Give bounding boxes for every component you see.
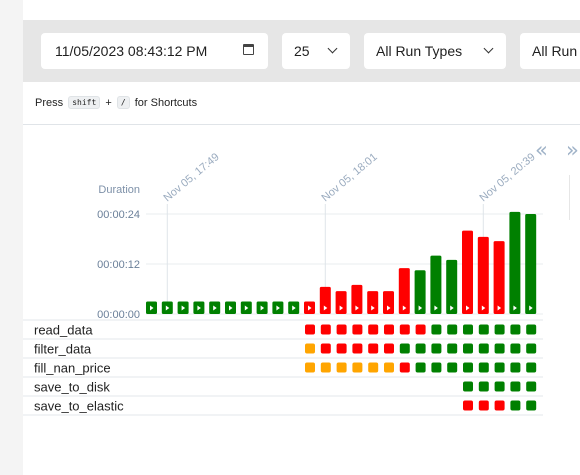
task-name[interactable]: read_data <box>34 323 93 338</box>
task-instance[interactable] <box>399 343 410 354</box>
task-instance[interactable] <box>510 400 521 411</box>
task-instance[interactable] <box>526 400 537 411</box>
task-instance[interactable] <box>399 362 410 373</box>
task-instance[interactable] <box>494 381 505 392</box>
y-tick-label: 00:00:00 <box>97 309 140 321</box>
task-instance[interactable] <box>526 381 537 392</box>
task-instance[interactable] <box>526 343 537 354</box>
task-instance[interactable] <box>415 362 426 373</box>
date-marker-label: Nov 05, 17:49 <box>162 151 222 204</box>
task-instance[interactable] <box>494 324 505 335</box>
task-instance[interactable] <box>336 324 347 335</box>
task-instance[interactable] <box>368 362 379 373</box>
task-name[interactable]: filter_data <box>34 342 92 357</box>
duration-label: Duration <box>98 184 140 196</box>
task-instance[interactable] <box>494 343 505 354</box>
task-instance[interactable] <box>431 324 442 335</box>
run-bar[interactable] <box>446 259 458 314</box>
task-instance[interactable] <box>478 362 489 373</box>
run-bar[interactable] <box>319 286 331 314</box>
run-bar[interactable] <box>335 291 347 314</box>
task-instance[interactable] <box>510 343 521 354</box>
task-instance[interactable] <box>384 324 394 335</box>
task-instance[interactable] <box>494 362 505 373</box>
task-instance[interactable] <box>510 324 521 335</box>
task-instance[interactable] <box>526 324 537 335</box>
task-instance[interactable] <box>384 343 394 354</box>
task-instance[interactable] <box>478 400 489 411</box>
task-instance[interactable] <box>478 381 489 392</box>
task-instance[interactable] <box>463 343 473 354</box>
run-bar[interactable] <box>367 291 379 314</box>
date-marker-label: Nov 05, 20:39 <box>478 151 538 204</box>
task-instance[interactable] <box>447 362 458 373</box>
run-bar[interactable] <box>525 214 537 314</box>
task-instance[interactable] <box>305 362 315 373</box>
run-bar[interactable] <box>383 291 394 314</box>
task-instance[interactable] <box>478 324 489 335</box>
task-instance[interactable] <box>431 362 442 373</box>
task-instance[interactable] <box>463 362 473 373</box>
task-instance[interactable] <box>494 400 505 411</box>
task-instance[interactable] <box>305 324 315 335</box>
task-instance[interactable] <box>526 362 537 373</box>
task-instance[interactable] <box>320 343 331 354</box>
task-instance[interactable] <box>352 324 363 335</box>
task-instance[interactable] <box>415 324 426 335</box>
task-name[interactable]: save_to_disk <box>34 380 110 395</box>
task-instance[interactable] <box>368 324 379 335</box>
task-instance[interactable] <box>463 381 473 392</box>
task-instance[interactable] <box>510 381 521 392</box>
run-bar[interactable] <box>430 255 442 314</box>
run-bar[interactable] <box>477 236 489 314</box>
task-instance[interactable] <box>336 343 347 354</box>
task-instance[interactable] <box>478 343 489 354</box>
task-instance[interactable] <box>510 362 521 373</box>
run-bar[interactable] <box>462 230 473 314</box>
task-instance[interactable] <box>368 343 379 354</box>
task-name[interactable]: save_to_elastic <box>34 399 124 414</box>
task-instance[interactable] <box>320 362 331 373</box>
run-bar[interactable] <box>509 211 521 314</box>
date-marker-label: Nov 05, 18:01 <box>320 151 380 204</box>
dag-grid: 00:00:24 00:00:12 00:00:00 Duration Nov 05, … <box>23 151 543 416</box>
task-instance[interactable] <box>431 343 442 354</box>
y-tick-label: 00:00:24 <box>97 209 140 221</box>
task-instance[interactable] <box>463 324 473 335</box>
y-tick-label: 00:00:12 <box>97 259 140 271</box>
task-instance[interactable] <box>305 343 315 354</box>
task-instance[interactable] <box>320 324 331 335</box>
task-instance[interactable] <box>399 324 410 335</box>
task-instance[interactable] <box>447 343 458 354</box>
task-instance[interactable] <box>352 362 363 373</box>
run-bar[interactable] <box>351 284 363 314</box>
task-instance[interactable] <box>352 343 363 354</box>
task-name[interactable]: fill_nan_price <box>34 361 111 376</box>
task-instance[interactable] <box>415 343 426 354</box>
task-instance[interactable] <box>463 400 473 411</box>
task-instance[interactable] <box>447 324 458 335</box>
run-bar[interactable] <box>493 241 505 314</box>
task-instance[interactable] <box>336 362 347 373</box>
task-instance[interactable] <box>384 362 394 373</box>
